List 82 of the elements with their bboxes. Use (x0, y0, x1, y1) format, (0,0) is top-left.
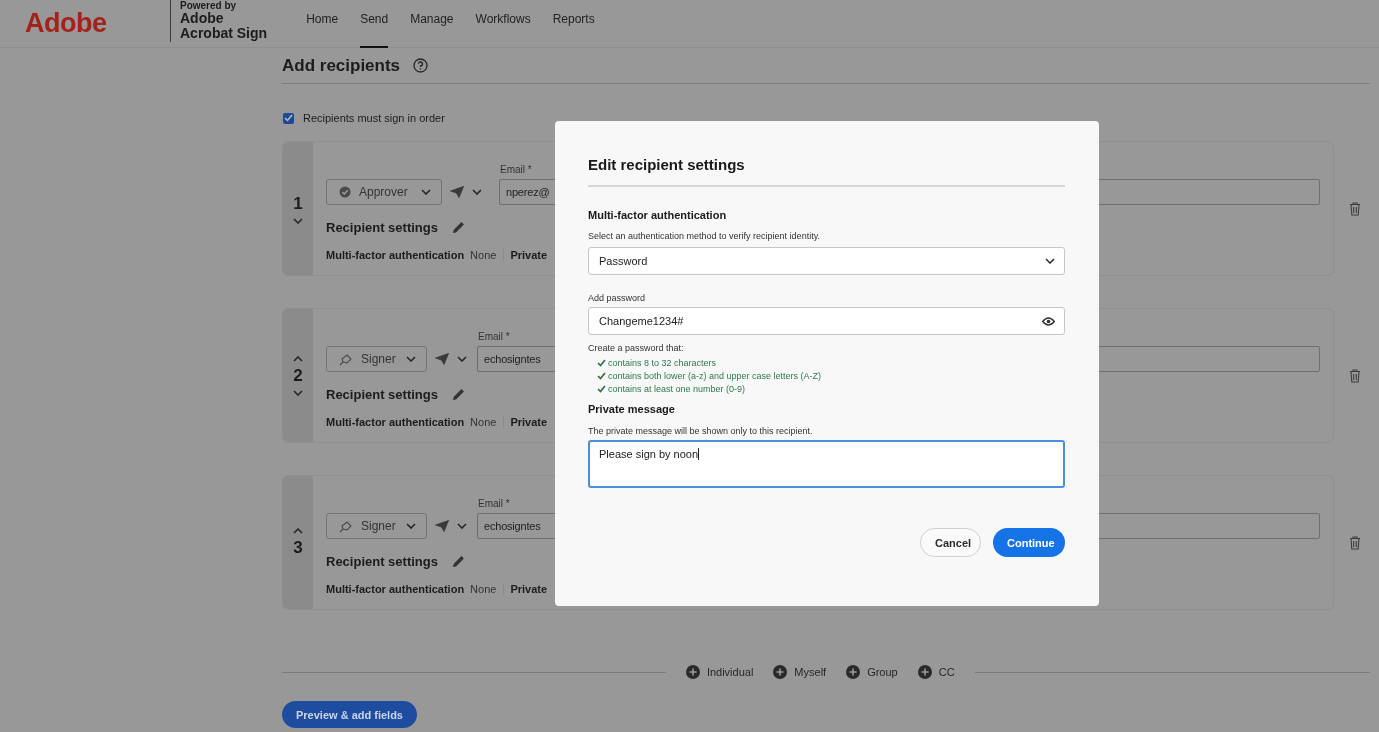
product-name: Adobe (180, 10, 225, 26)
cancel-button[interactable]: Cancel (920, 528, 981, 557)
setting-label: Multi-factor authentication (326, 249, 465, 261)
move-down-icon[interactable] (293, 217, 303, 224)
chevron-down-icon[interactable] (406, 523, 416, 529)
chevron-down-icon[interactable] (472, 189, 482, 195)
setting-value: None (470, 416, 505, 428)
chevron-down-icon (1045, 258, 1055, 264)
field-label: Add password (588, 293, 647, 303)
trash-icon[interactable] (1349, 535, 1361, 550)
role-dropdown[interactable]: Approver (326, 179, 442, 205)
paper-plane-icon[interactable] (450, 186, 464, 198)
trash-icon[interactable] (1349, 201, 1361, 216)
pencil-icon[interactable] (451, 221, 465, 234)
adobe-logo: Adobe (25, 8, 108, 39)
email-label: Email * (500, 164, 532, 175)
setting-value: None (470, 583, 505, 595)
add-recipient-button[interactable]: Individual (685, 665, 754, 679)
message-field[interactable]: Please sign by noon (588, 440, 1065, 488)
password-rule: contains at least one number (0-9) (597, 384, 1065, 394)
method-dropdown[interactable]: Password (588, 247, 1065, 275)
setting-label: Private (510, 416, 548, 428)
add-recipient-button[interactable]: Group (846, 665, 898, 679)
setting-value: None (470, 249, 505, 261)
chevron-down-icon[interactable] (421, 189, 431, 195)
help-text: Create a password that: (588, 343, 685, 353)
section-title: Recipient settings (326, 387, 438, 402)
nav-tab[interactable]: Workflows (475, 0, 531, 48)
dialog-title: Edit recipient settings (588, 156, 1065, 187)
role-dropdown[interactable]: Signer (326, 346, 427, 372)
setting-label: Private (510, 249, 548, 261)
setting-label: Private (510, 583, 548, 595)
section-title: Recipient settings (326, 554, 438, 569)
nav-tab[interactable]: Reports (552, 0, 595, 48)
paper-plane-icon[interactable] (435, 353, 449, 365)
preview-button[interactable]: Preview & add fields (282, 701, 417, 728)
setting-label: Multi-factor authentication (326, 583, 465, 595)
email-label: Email * (478, 331, 510, 342)
nav-tab[interactable]: Manage (410, 0, 454, 48)
pencil-icon[interactable] (451, 388, 465, 401)
role-dropdown[interactable]: Signer (326, 513, 427, 539)
recipient-number: 1 (293, 193, 303, 214)
plus-circle-icon (685, 665, 700, 679)
checkbox-label: Recipients must sign in order (303, 112, 445, 124)
plus-circle-icon (773, 665, 788, 679)
password-rule: contains 8 to 32 characters (597, 358, 1065, 368)
help-text: The private message will be shown only to this recipient. (588, 426, 814, 436)
move-up-icon[interactable] (293, 527, 303, 534)
password-rule: contains both lower (a-z) and upper case letters (A-Z) (597, 371, 1065, 381)
page-title: Add recipients (282, 55, 401, 76)
check-circle-icon (339, 186, 351, 198)
continue-button[interactable]: Continue (993, 528, 1065, 557)
add-recipient-button[interactable]: CC (917, 665, 955, 679)
paper-plane-icon[interactable] (435, 520, 449, 532)
product-name: Acrobat Sign (180, 25, 268, 41)
add-recipient-button[interactable]: Myself (773, 665, 827, 679)
setting-label: Multi-factor authentication (326, 416, 465, 428)
nav-tab[interactable]: Home (306, 0, 339, 48)
recipient-number: 2 (293, 365, 303, 386)
trash-icon[interactable] (1349, 368, 1361, 383)
pen-icon (339, 519, 353, 533)
nav-tab[interactable]: Send (360, 0, 389, 48)
chevron-down-icon[interactable] (457, 356, 467, 362)
pencil-icon[interactable] (451, 555, 465, 568)
eye-icon[interactable] (1042, 316, 1055, 326)
move-down-icon[interactable] (293, 389, 303, 396)
help-icon[interactable] (413, 58, 429, 73)
help-text: Select an authentication method to verify recipient identity. (588, 231, 821, 241)
move-up-icon[interactable] (293, 355, 303, 362)
powered-by-text: Powered by (180, 0, 238, 11)
chevron-down-icon[interactable] (406, 356, 416, 362)
chevron-down-icon[interactable] (457, 523, 467, 529)
plus-circle-icon (917, 665, 932, 679)
section-title: Recipient settings (326, 220, 438, 235)
recipient-number: 3 (293, 537, 303, 558)
plus-circle-icon (846, 665, 861, 679)
section-heading: Multi-factor authentication (588, 209, 728, 221)
password-field[interactable]: Changeme1234# (588, 307, 1065, 335)
checkbox[interactable] (283, 112, 294, 124)
section-heading: Private message (588, 403, 676, 415)
pen-icon (339, 352, 353, 366)
email-label: Email * (478, 498, 510, 509)
